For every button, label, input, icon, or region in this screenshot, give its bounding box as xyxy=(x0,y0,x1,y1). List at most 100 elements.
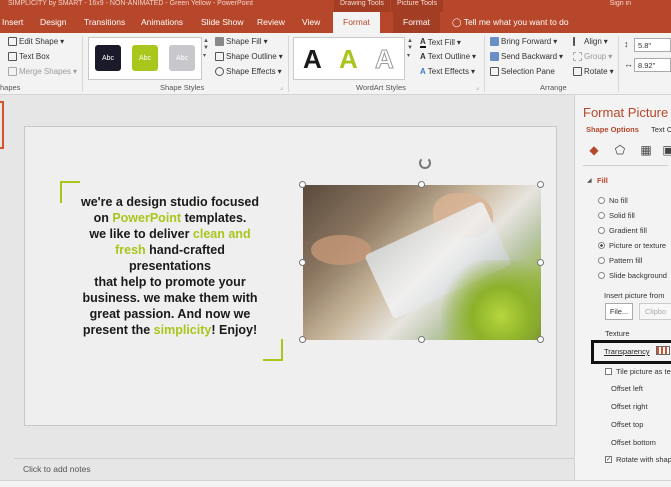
checkbox-icon[interactable] xyxy=(605,368,612,375)
text-outline-button[interactable]: A Text Outline ▾ xyxy=(420,52,476,61)
selected-picture[interactable] xyxy=(303,185,541,340)
transparency-slider[interactable] xyxy=(656,346,670,355)
more-icon[interactable]: ▾ xyxy=(203,52,212,59)
tab-text-options[interactable]: Text O xyxy=(651,125,671,134)
slide-canvas[interactable]: we're a design studio focused on PowerPo… xyxy=(24,126,557,426)
picture-icon[interactable]: ▣ xyxy=(661,143,671,157)
tab-view[interactable]: View xyxy=(302,12,320,33)
scroll-down-icon[interactable]: ▼ xyxy=(407,45,416,51)
dialog-launcher-icon[interactable]: ⌟ xyxy=(476,84,479,91)
height-input[interactable]: 5.8" xyxy=(634,38,671,52)
radio-slide-background[interactable]: Slide background xyxy=(598,271,667,280)
scroll-up-icon[interactable]: ▲ xyxy=(407,38,416,44)
radio-icon[interactable] xyxy=(598,242,605,249)
text-box-button[interactable]: Text Box xyxy=(8,52,50,61)
rotate-button[interactable]: Rotate ▾ xyxy=(573,67,614,76)
scroll-up-icon[interactable]: ▲ xyxy=(203,38,212,44)
bring-forward-button[interactable]: Bring Forward ▾ xyxy=(490,37,557,46)
shape-style-green[interactable]: Abc xyxy=(132,45,158,71)
radio-icon[interactable] xyxy=(598,227,605,234)
rotate-handle-icon[interactable] xyxy=(419,157,431,169)
clipboard-button[interactable]: Clipbo xyxy=(639,303,671,320)
resize-handle[interactable] xyxy=(418,336,425,343)
edit-shape-icon xyxy=(8,37,17,46)
radio-icon[interactable] xyxy=(598,197,605,204)
fill-section-header[interactable]: Fill xyxy=(597,176,608,185)
offset-right-label: Offset right xyxy=(611,402,648,411)
tab-design[interactable]: Design xyxy=(40,12,66,33)
text-effects-button[interactable]: A Text Effects ▾ xyxy=(420,67,475,76)
scroll-down-icon[interactable]: ▼ xyxy=(203,45,212,51)
wordart-scroll[interactable]: ▲ ▼ ▾ xyxy=(407,38,416,59)
slide-text-box[interactable]: we're a design studio focused on PowerPo… xyxy=(75,194,265,338)
slide-text-line: business. we make them with xyxy=(82,291,258,305)
pentagon-effects-icon[interactable]: ⬠ xyxy=(613,143,627,157)
tab-review[interactable]: Review xyxy=(257,12,285,33)
dialog-launcher-icon[interactable]: ⌟ xyxy=(280,84,283,91)
transparency-label: Transparency xyxy=(604,347,650,356)
slide-text-line: presentations xyxy=(129,259,211,273)
shape-style-dark[interactable]: Abc xyxy=(95,45,121,71)
shape-fill-button[interactable]: Shape Fill ▾ xyxy=(215,37,268,46)
notes-pane[interactable]: Click to add notes xyxy=(14,458,574,480)
tab-format-drawing[interactable]: Format xyxy=(333,12,380,33)
resize-handle[interactable] xyxy=(299,181,306,188)
wordart-style-black[interactable]: A xyxy=(303,44,322,75)
rotate-with-shape-checkbox[interactable]: ✓ Rotate with shap xyxy=(605,455,671,464)
window-title: SIMPLICITY by SMART - 16x9 - NON-ANIMATE… xyxy=(8,0,253,7)
resize-handle[interactable] xyxy=(418,181,425,188)
tab-slide-show[interactable]: Slide Show xyxy=(201,12,244,33)
tab-format-picture[interactable]: Format xyxy=(393,12,440,33)
size-properties-icon[interactable]: ▦ xyxy=(639,143,653,157)
radio-no-fill[interactable]: No fill xyxy=(598,196,628,205)
wordart-style-outline[interactable]: A xyxy=(375,44,395,75)
selected-thumbnail[interactable] xyxy=(0,101,4,149)
group-button[interactable]: Group ▾ xyxy=(573,52,612,61)
edit-shape-button[interactable]: Edit Shape ▾ xyxy=(8,37,64,46)
shape-styles-scroll[interactable]: ▲ ▼ ▾ xyxy=(203,38,212,59)
photo-hand xyxy=(311,235,371,265)
wordart-style-green[interactable]: A xyxy=(339,44,358,75)
radio-gradient-fill[interactable]: Gradient fill xyxy=(598,226,647,235)
wordart-group-label: WordArt Styles xyxy=(356,83,406,92)
tab-shape-options[interactable]: Shape Options xyxy=(586,125,639,134)
wordart-gallery[interactable]: A A A xyxy=(293,37,405,80)
radio-icon[interactable] xyxy=(598,272,605,279)
width-input[interactable]: 8.92" xyxy=(634,58,671,72)
align-button[interactable]: Align ▾ xyxy=(573,37,608,46)
merge-shapes-icon xyxy=(8,67,17,76)
tab-insert[interactable]: Insert xyxy=(2,12,23,33)
resize-handle[interactable] xyxy=(537,181,544,188)
radio-icon[interactable] xyxy=(598,212,605,219)
radio-icon[interactable] xyxy=(598,257,605,264)
checkbox-icon[interactable]: ✓ xyxy=(605,456,612,463)
merge-shapes-button[interactable]: Merge Shapes ▾ xyxy=(8,67,77,76)
shape-effects-button[interactable]: Shape Effects ▾ xyxy=(215,67,282,76)
radio-solid-fill[interactable]: Solid fill xyxy=(598,211,635,220)
resize-handle[interactable] xyxy=(299,259,306,266)
more-icon[interactable]: ▾ xyxy=(407,52,416,59)
tab-animations[interactable]: Animations xyxy=(141,12,183,33)
selection-pane-button[interactable]: Selection Pane xyxy=(490,67,555,76)
text-fill-button[interactable]: A Text Fill ▾ xyxy=(420,37,461,48)
fill-line-icon[interactable]: ◆ xyxy=(587,143,601,157)
collapse-triangle-icon[interactable]: ◢ xyxy=(587,177,592,184)
send-backward-button[interactable]: Send Backward ▾ xyxy=(490,52,563,61)
resize-handle[interactable] xyxy=(537,259,544,266)
file-button[interactable]: File... xyxy=(605,303,633,320)
radio-pattern-fill[interactable]: Pattern fill xyxy=(598,256,642,265)
slide-text-line: we like to deliver clean and xyxy=(89,227,251,241)
resize-handle[interactable] xyxy=(299,336,306,343)
shape-outline-button[interactable]: Shape Outline ▾ xyxy=(215,52,283,61)
texture-label: Texture xyxy=(605,329,630,338)
radio-picture-texture[interactable]: Picture or texture xyxy=(598,241,666,250)
shape-style-gray[interactable]: Abc xyxy=(169,45,195,71)
sign-in-link[interactable]: Sign in xyxy=(610,0,631,7)
notes-placeholder[interactable]: Click to add notes xyxy=(23,464,91,474)
shape-styles-gallery[interactable]: Abc Abc Abc xyxy=(88,37,202,80)
resize-handle[interactable] xyxy=(537,336,544,343)
tell-me-box[interactable]: ◯ Tell me what you want to do xyxy=(452,12,569,33)
tab-transitions[interactable]: Transitions xyxy=(84,12,125,33)
slide-text-line: fresh hand-crafted xyxy=(115,243,225,257)
tile-picture-checkbox[interactable]: Tile picture as te xyxy=(605,367,671,376)
